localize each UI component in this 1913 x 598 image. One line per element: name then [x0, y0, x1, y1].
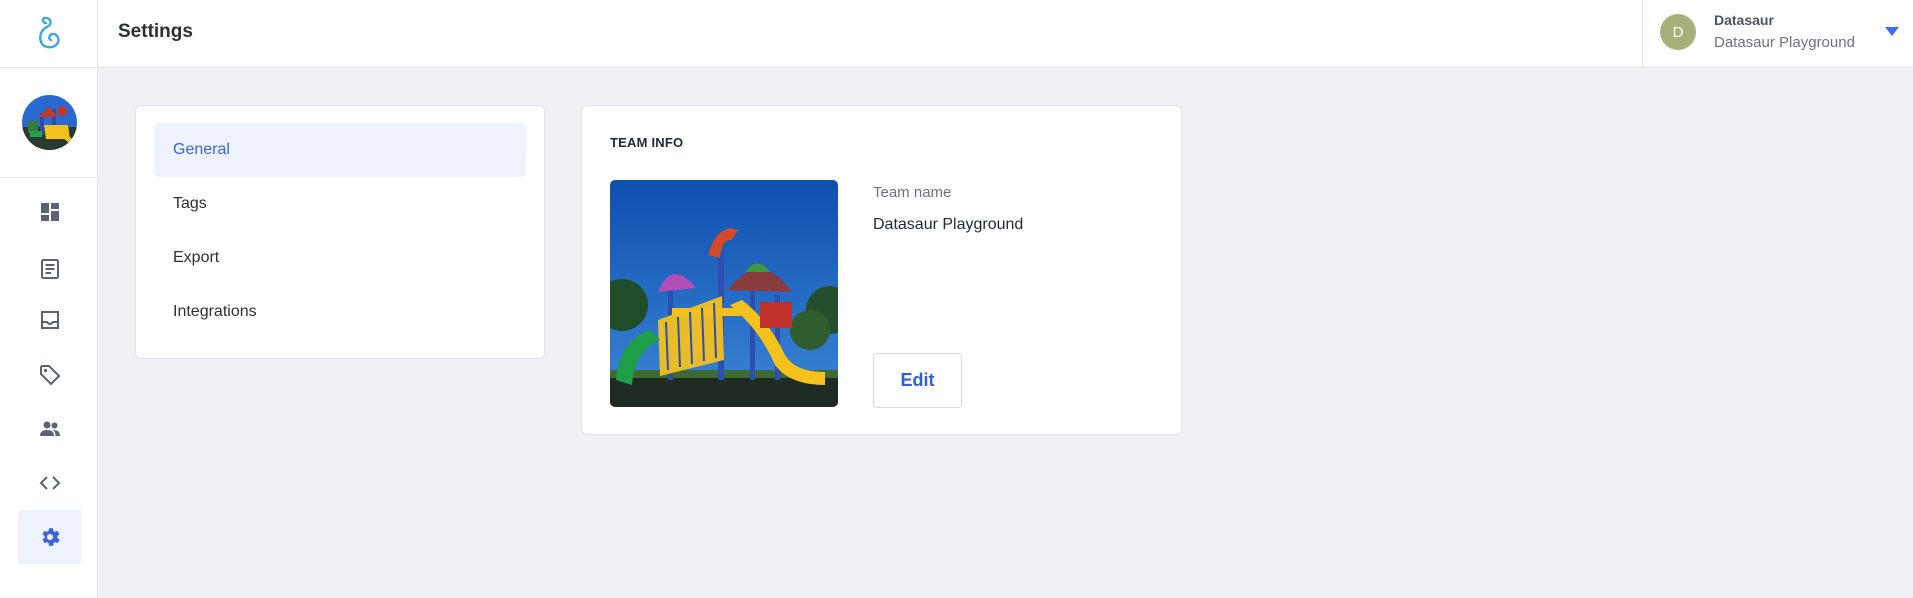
nav-dashboard[interactable] — [18, 185, 81, 239]
account-team-name: Datasaur Playground — [1714, 34, 1855, 51]
team-info-heading: TEAM INFO — [610, 135, 684, 150]
playground-photo-icon — [610, 180, 838, 407]
app-logo[interactable] — [0, 0, 98, 68]
team-avatar[interactable] — [22, 95, 77, 150]
team-photo[interactable] — [610, 180, 838, 407]
team-name-value: Datasaur Playground — [873, 216, 1024, 233]
settings-menu-export[interactable]: Export — [154, 231, 526, 285]
gear-icon — [41, 528, 60, 546]
code-icon — [39, 476, 60, 490]
left-nav-rail — [0, 0, 98, 598]
tag-icon — [39, 365, 60, 385]
playground-thumbnail-icon — [22, 95, 77, 150]
document-list-icon — [40, 259, 59, 279]
account-switcher[interactable]: D Datasaur Datasaur Playground — [1642, 0, 1913, 68]
top-bar: Settings D Datasaur Datasaur Playground — [98, 0, 1913, 68]
nav-members[interactable] — [18, 402, 81, 456]
settings-menu-tags[interactable]: Tags — [154, 177, 526, 231]
settings-menu-integrations[interactable]: Integrations — [154, 285, 526, 339]
nav-projects[interactable] — [18, 242, 81, 296]
nav-settings[interactable] — [18, 510, 81, 564]
edit-team-button[interactable]: Edit — [873, 353, 962, 408]
settings-menu: General Tags Export Integrations — [135, 105, 545, 359]
rail-divider — [0, 177, 98, 178]
settings-menu-general[interactable]: General — [154, 123, 526, 177]
nav-inbox[interactable] — [18, 293, 81, 347]
account-name: Datasaur — [1714, 12, 1774, 28]
people-icon — [39, 421, 60, 436]
nav-tags[interactable] — [18, 348, 81, 402]
inbox-icon — [40, 311, 59, 329]
caret-down-icon[interactable] — [1885, 27, 1899, 36]
dashboard-icon — [40, 203, 59, 221]
team-name-label: Team name — [873, 184, 952, 201]
nav-api[interactable] — [18, 456, 81, 510]
page-title: Settings — [118, 21, 193, 42]
team-info-card: TEAM INFO Team name Datasaur Playground … — [581, 105, 1182, 435]
datasaur-logo-icon — [39, 16, 60, 48]
user-avatar: D — [1660, 14, 1696, 50]
